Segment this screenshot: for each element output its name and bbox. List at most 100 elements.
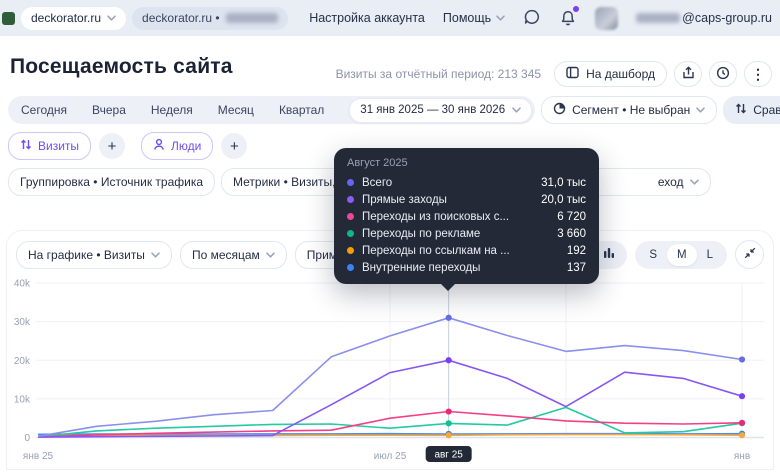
- compare-arrows-icon: [735, 102, 747, 118]
- history-button[interactable]: [709, 61, 737, 87]
- segment-filter[interactable]: Сегмент • Не выбран: [541, 96, 718, 124]
- series-point[interactable]: [445, 432, 452, 439]
- counter-id-blurred: [225, 13, 278, 23]
- kebab-icon: ⋮: [751, 65, 765, 82]
- series-point[interactable]: [738, 393, 746, 400]
- period-row: Сегодня Вчера Неделя Месяц Квартал 31 янв 20…: [8, 96, 780, 124]
- series-point[interactable]: [445, 420, 452, 427]
- series-color-dot: [347, 213, 354, 220]
- top-bar-right: Настройка аккаунта Помощь @caps-group.ru: [309, 0, 772, 36]
- series-color-dot: [347, 179, 354, 186]
- kebab-menu-button[interactable]: ⋮: [744, 61, 772, 87]
- chat-icon[interactable]: [523, 8, 541, 29]
- series-label: Прямые заходы: [362, 193, 447, 206]
- add-metric-button[interactable]: +: [99, 133, 126, 159]
- date-range-picker[interactable]: 31 янв 2025 — 30 янв 2026: [349, 97, 533, 123]
- notification-dot: [573, 6, 580, 12]
- series-point[interactable]: [445, 314, 452, 321]
- series-point[interactable]: [738, 419, 746, 426]
- svg-text:янв: янв: [734, 451, 750, 462]
- svg-text:10k: 10k: [14, 394, 31, 405]
- chevron-down-icon: [689, 179, 699, 185]
- counter-tab-label: deckorator.ru: [31, 11, 102, 25]
- series-value: 20,0 тыс: [541, 193, 586, 206]
- period-option[interactable]: Вчера: [92, 103, 126, 117]
- tab-people-label: Люди: [171, 139, 202, 153]
- columns-chart-icon[interactable]: [603, 246, 615, 264]
- svg-text:20k: 20k: [14, 356, 31, 367]
- series-point[interactable]: [445, 357, 452, 364]
- top-bar: deckorator.ru deckorator.ru • Настройка …: [0, 0, 780, 36]
- chevron-down-icon: [107, 15, 116, 21]
- metric-tabs-row: Визиты + Люди +: [8, 132, 248, 160]
- bell-icon[interactable]: [559, 6, 580, 27]
- period-options: Сегодня Вчера Неделя Месяц Квартал: [21, 103, 324, 117]
- email-user-blurred: [636, 13, 681, 23]
- resize-icon: [744, 246, 756, 264]
- to-dashboard-label: На дашборд: [586, 67, 655, 81]
- tab-visits-label: Визиты: [38, 139, 80, 153]
- tooltip-row: Переходы по рекламе 3 660: [347, 225, 586, 242]
- period-option[interactable]: Сегодня: [21, 103, 67, 117]
- tab-visits[interactable]: Визиты: [8, 132, 92, 160]
- tooltip-row: Переходы по ссылкам на ... 192: [347, 242, 586, 259]
- svg-text:авг 25: авг 25: [434, 450, 463, 461]
- user-email[interactable]: @caps-group.ru: [636, 11, 772, 25]
- export-icon: [682, 65, 695, 83]
- series-point[interactable]: [738, 432, 746, 439]
- series-label: Переходы из поисковых с...: [362, 210, 510, 223]
- export-button[interactable]: [674, 61, 702, 87]
- series-label: Всего: [362, 176, 393, 189]
- series-value: 192: [566, 244, 586, 257]
- chevron-down-icon: [696, 107, 705, 113]
- page-title: Посещаемость сайта: [10, 55, 233, 78]
- segment-label: Сегмент • Не выбран: [572, 103, 691, 117]
- account-settings-link[interactable]: Настройка аккаунта: [309, 11, 425, 25]
- grouping-filter[interactable]: Группировка • Источник трафика: [8, 168, 216, 196]
- metrica-dashboard: deckorator.ru deckorator.ru • Настройка …: [0, 0, 780, 472]
- avatar[interactable]: [595, 6, 619, 30]
- series-color-dot: [347, 247, 354, 254]
- tooltip-row: Переходы из поисковых с... 6 720: [347, 208, 586, 225]
- counter-tab-active[interactable]: deckorator.ru: [21, 6, 127, 30]
- highlighted-month-badge: авг 25: [425, 446, 472, 462]
- tab-people[interactable]: Люди: [141, 132, 214, 160]
- chevron-down-icon: [496, 15, 505, 21]
- counter-tab-other-label: deckorator.ru •: [142, 11, 220, 25]
- series-value: 3 660: [557, 227, 586, 240]
- svg-text:30k: 30k: [14, 317, 31, 328]
- svg-text:июл 25: июл 25: [374, 451, 407, 462]
- chevron-down-icon: [512, 107, 521, 113]
- series-point[interactable]: [738, 356, 746, 363]
- tooltip-row: Прямые заходы 20,0 тыс: [347, 191, 586, 208]
- help-menu[interactable]: Помощь: [443, 11, 505, 25]
- svg-text:янв 25: янв 25: [23, 451, 54, 462]
- help-label: Помощь: [442, 11, 492, 25]
- site-favicon-icon: [2, 11, 15, 25]
- dashboard-icon: [566, 66, 579, 82]
- goal-filter-label-end: еход: [657, 175, 684, 189]
- chevron-down-icon: [266, 251, 275, 258]
- svg-text:40k: 40k: [14, 279, 31, 290]
- period-option[interactable]: Месяц: [218, 103, 254, 117]
- series-point[interactable]: [445, 408, 452, 415]
- period-option[interactable]: Неделя: [151, 103, 193, 117]
- granularity-label: По месяцам: [191, 247, 260, 262]
- tooltip-row: Всего 31,0 тыс: [347, 174, 586, 191]
- series-value: 31,0 тыс: [541, 176, 586, 189]
- chart-tooltip: Август 2025 Всего 31,0 тыс Прямые заходы 20…: [334, 148, 599, 291]
- compare-label: Сравнение: [753, 103, 780, 117]
- tooltip-title: Август 2025: [347, 157, 408, 169]
- pie-segment-icon: [553, 102, 566, 118]
- traffic-line-chart[interactable]: 0 10k 20k 30k 40k янв 25 июл 25 янв авг 25: [0, 262, 780, 472]
- series-value: 137: [566, 261, 586, 274]
- period-option[interactable]: Квартал: [279, 103, 324, 117]
- on-chart-metric-label: На графике • Визиты: [28, 247, 145, 262]
- to-dashboard-button[interactable]: На дашборд: [554, 61, 667, 87]
- svg-text:0: 0: [24, 433, 30, 444]
- email-domain: @caps-group.ru: [682, 11, 772, 25]
- add-people-metric-button[interactable]: +: [221, 133, 248, 159]
- compare-filter[interactable]: Сравнение: [723, 96, 780, 124]
- series-label: Переходы по ссылкам на ...: [362, 244, 510, 257]
- counter-tab-other[interactable]: deckorator.ru •: [132, 6, 288, 30]
